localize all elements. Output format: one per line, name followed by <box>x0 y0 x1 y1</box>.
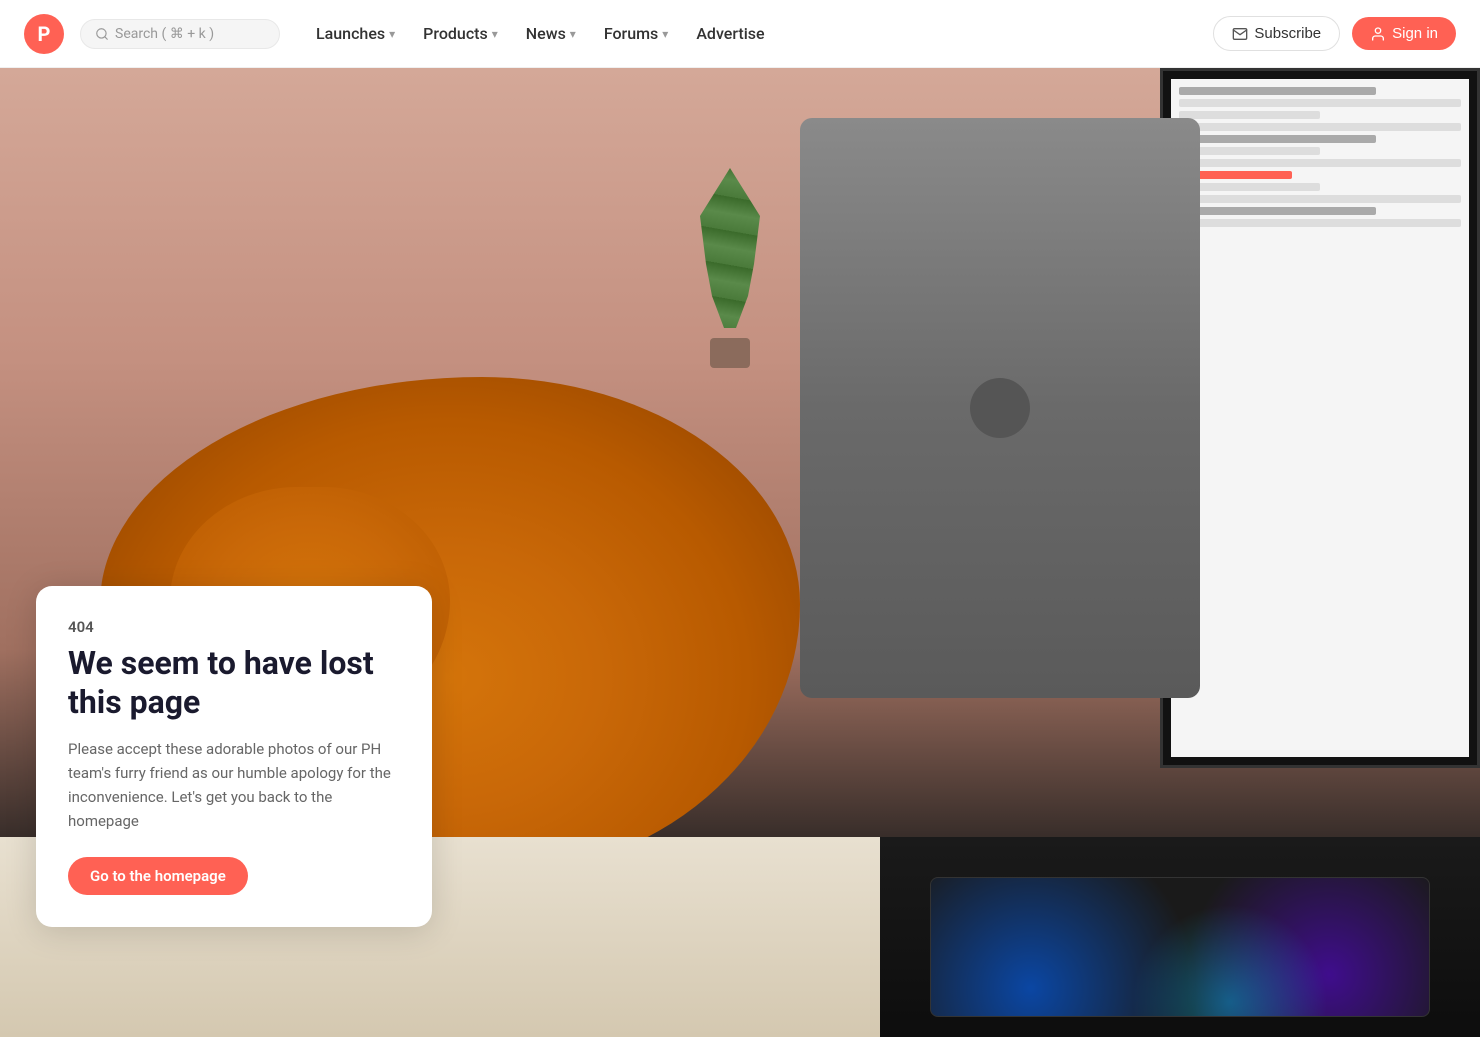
nav-link-products[interactable]: Products ▾ <box>411 16 510 51</box>
nav-actions: Subscribe Sign in <box>1213 16 1456 51</box>
error-code: 404 <box>68 618 400 636</box>
screen-content-line <box>1179 99 1461 107</box>
chevron-down-icon: ▾ <box>492 27 498 41</box>
search-placeholder: Search ( ⌘ + k ) <box>115 26 214 42</box>
signin-button[interactable]: Sign in <box>1352 17 1456 50</box>
chevron-down-icon: ▾ <box>662 27 668 41</box>
logo[interactable]: P <box>24 14 64 54</box>
screen-content-line <box>1179 183 1320 191</box>
chevron-down-icon: ▾ <box>570 27 576 41</box>
nav-link-news[interactable]: News ▾ <box>514 16 588 51</box>
hero-background: 404 We seem to have lost this page Pleas… <box>0 68 1480 1037</box>
error-card: 404 We seem to have lost this page Pleas… <box>36 586 432 927</box>
nav-link-launches[interactable]: Launches ▾ <box>304 16 407 51</box>
search-icon <box>95 27 109 41</box>
subscribe-button[interactable]: Subscribe <box>1213 16 1340 51</box>
error-description: Please accept these adorable photos of o… <box>68 737 400 833</box>
navbar: P Search ( ⌘ + k ) Launches ▾ Products ▾… <box>0 0 1480 68</box>
keyboard <box>930 877 1430 1017</box>
email-icon <box>1232 26 1248 42</box>
chevron-down-icon: ▾ <box>389 27 395 41</box>
screen-content-line <box>1179 195 1461 203</box>
nav-link-advertise[interactable]: Advertise <box>684 16 776 51</box>
screen-content-line <box>1179 159 1461 167</box>
go-to-homepage-button[interactable]: Go to the homepage <box>68 857 248 895</box>
plant-leaves <box>700 168 760 328</box>
error-title: We seem to have lost this page <box>68 644 400 721</box>
monitor-screen <box>1171 79 1469 757</box>
macbook-laptop <box>800 118 1200 698</box>
user-icon <box>1370 26 1386 42</box>
screen-content-line <box>1179 207 1376 215</box>
screen-content-line <box>1179 111 1320 119</box>
monitor <box>1160 68 1480 768</box>
apple-logo <box>970 378 1030 438</box>
screen-content-line <box>1179 147 1320 155</box>
search-bar[interactable]: Search ( ⌘ + k ) <box>80 19 280 49</box>
screen-content-line <box>1179 219 1461 227</box>
plant-pot <box>710 338 750 368</box>
screen-content-line <box>1179 135 1376 143</box>
screen-content-line <box>1179 123 1461 131</box>
nav-links: Launches ▾ Products ▾ News ▾ Forums ▾ Ad… <box>304 16 1205 51</box>
screen-content-line <box>1179 87 1376 95</box>
plant-decoration <box>680 168 780 368</box>
nav-link-forums[interactable]: Forums ▾ <box>592 16 680 51</box>
